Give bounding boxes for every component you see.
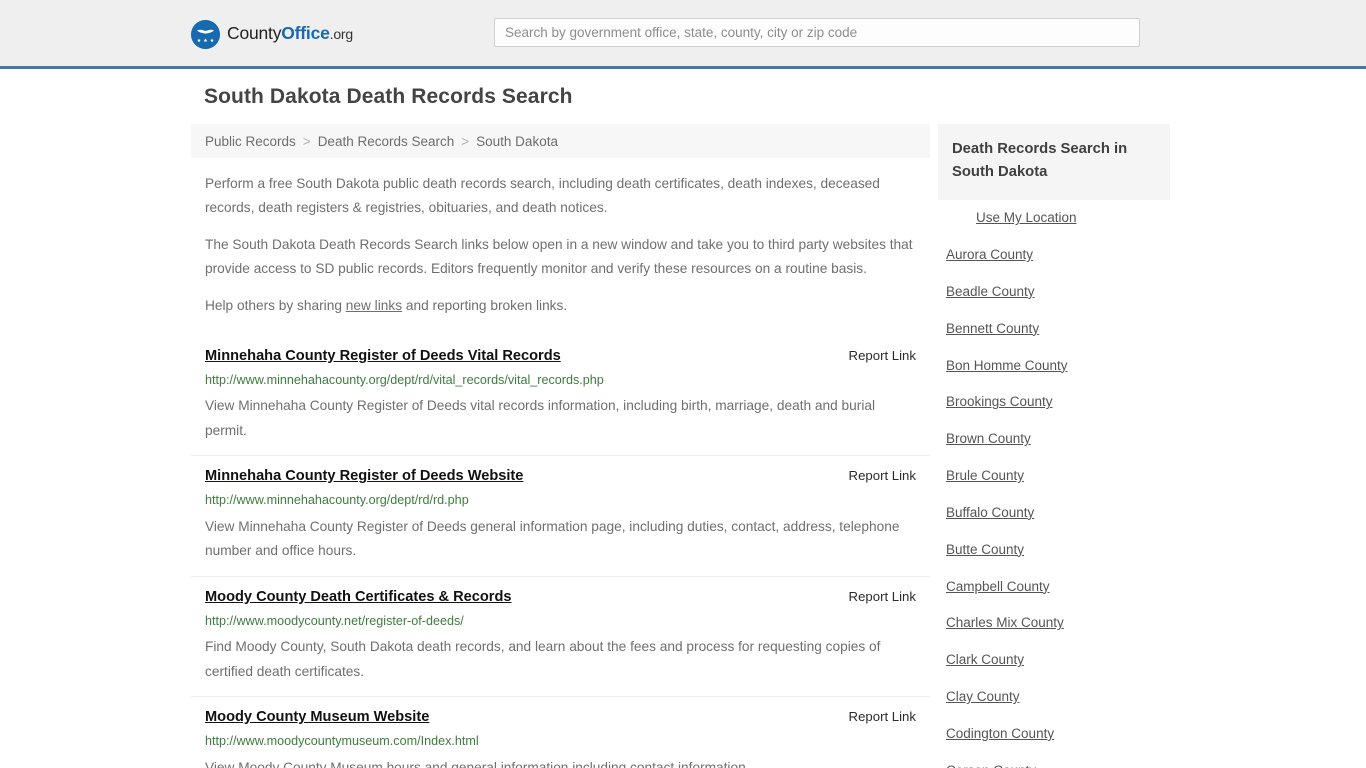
results-list: Minnehaha County Register of Deeds Vital… <box>191 336 930 768</box>
sidebar-county-list: Use My Location Aurora County Beadle Cou… <box>938 200 1170 768</box>
report-link-button[interactable]: Report Link <box>849 709 916 724</box>
logo-text-county: County <box>227 23 282 44</box>
result-url: http://www.moodycounty.net/register-of-d… <box>205 613 464 628</box>
sidebar-item-county[interactable]: Charles Mix County <box>938 605 1170 642</box>
main-content: Public Records > Death Records Search > … <box>191 124 930 768</box>
sidebar-item-county[interactable]: Buffalo County <box>938 495 1170 532</box>
eagle-seal-icon <box>191 19 220 49</box>
list-item: Bennett County <box>938 311 1170 348</box>
result-item: Moody County Death Certificates & Record… <box>191 575 930 696</box>
report-link-button[interactable]: Report Link <box>849 589 916 604</box>
report-link-button[interactable]: Report Link <box>849 348 916 363</box>
sidebar: Death Records Search in South Dakota Use… <box>938 124 1170 768</box>
page-title: South Dakota Death Records Search <box>204 85 573 108</box>
list-item: Charles Mix County <box>938 605 1170 642</box>
result-description: View Minnehaha County Register of Deeds … <box>205 518 900 559</box>
list-item: Clay County <box>938 679 1170 716</box>
list-item: Campbell County <box>938 569 1170 606</box>
list-item: Clark County <box>938 642 1170 679</box>
sidebar-item-county[interactable]: Brookings County <box>938 384 1170 421</box>
sidebar-item-county[interactable]: Butte County <box>938 532 1170 569</box>
list-item: Codington County <box>938 716 1170 753</box>
intro-p3-suffix: and reporting broken links. <box>402 298 568 314</box>
search-input[interactable] <box>494 18 1140 47</box>
result-description: View Moody County Museum hours and gener… <box>205 759 750 768</box>
result-title-link[interactable]: Minnehaha County Register of Deeds Vital… <box>205 347 561 365</box>
sidebar-item-county[interactable]: Brule County <box>938 458 1170 495</box>
sidebar-item-county[interactable]: Bon Homme County <box>938 348 1170 385</box>
intro-paragraph-2: The South Dakota Death Records Search li… <box>205 237 913 276</box>
intro-paragraph-3: Help others by sharing new links and rep… <box>205 294 916 318</box>
sidebar-item-county[interactable]: Aurora County <box>938 237 1170 274</box>
breadcrumb-item-south-dakota[interactable]: South Dakota <box>476 134 558 149</box>
list-item: Buffalo County <box>938 495 1170 532</box>
result-url: http://www.moodycountymuseum.com/Index.h… <box>205 734 479 749</box>
intro-text: Perform a free South Dakota public death… <box>191 172 930 318</box>
list-item: Brown County <box>938 421 1170 458</box>
result-description: Find Moody County, South Dakota death re… <box>205 639 881 679</box>
list-item: Aurora County <box>938 237 1170 274</box>
list-item: Use My Location <box>938 200 1170 237</box>
list-item: Beadle County <box>938 274 1170 311</box>
result-item: Minnehaha County Register of Deeds Websi… <box>191 455 930 575</box>
breadcrumb-separator: > <box>461 133 470 149</box>
sidebar-item-county[interactable]: Clark County <box>938 642 1170 679</box>
sidebar-heading: Death Records Search in South Dakota <box>938 124 1170 201</box>
new-links-link[interactable]: new links <box>346 298 402 313</box>
breadcrumb-separator: > <box>302 133 311 149</box>
list-item: Brule County <box>938 458 1170 495</box>
list-item: Butte County <box>938 532 1170 569</box>
sidebar-item-county[interactable]: Brown County <box>938 421 1170 458</box>
breadcrumb-item-death-records-search[interactable]: Death Records Search <box>318 134 455 149</box>
result-item: Minnehaha County Register of Deeds Vital… <box>191 336 930 455</box>
sidebar-item-county[interactable]: Clay County <box>938 679 1170 716</box>
breadcrumb: Public Records > Death Records Search > … <box>191 124 930 158</box>
intro-p3-prefix: Help others by sharing <box>205 298 346 314</box>
logo-text-org: .org <box>329 26 354 43</box>
sidebar-item-county[interactable]: Corson County <box>938 753 1170 768</box>
result-title-link[interactable]: Moody County Death Certificates & Record… <box>205 588 512 606</box>
sidebar-item-county[interactable]: Campbell County <box>938 569 1170 606</box>
sidebar-item-county[interactable]: Bennett County <box>938 311 1170 348</box>
breadcrumb-item-public-records[interactable]: Public Records <box>205 134 296 149</box>
list-item: Corson County <box>938 753 1170 768</box>
result-description: View Minnehaha County Register of Deeds … <box>205 398 876 438</box>
logo-text-office: Office <box>281 23 330 44</box>
sidebar-item-county[interactable]: Beadle County <box>938 274 1170 311</box>
result-url: http://www.minnehahacounty.org/dept/rd/r… <box>205 493 469 508</box>
list-item: Bon Homme County <box>938 348 1170 385</box>
intro-paragraph-1: Perform a free South Dakota public death… <box>205 176 880 215</box>
use-my-location-link[interactable]: Use My Location <box>938 200 1170 237</box>
result-title-link[interactable]: Minnehaha County Register of Deeds Websi… <box>205 467 523 485</box>
sidebar-item-county[interactable]: Codington County <box>938 716 1170 753</box>
list-item: Brookings County <box>938 384 1170 421</box>
site-logo[interactable]: CountyOffice.org <box>191 19 353 49</box>
report-link-button[interactable]: Report Link <box>849 468 916 483</box>
result-url: http://www.minnehahacounty.org/dept/rd/v… <box>205 373 604 388</box>
site-header: CountyOffice.org <box>0 0 1366 69</box>
result-item: Moody County Museum Website Report Link … <box>191 695 930 768</box>
result-title-link[interactable]: Moody County Museum Website <box>205 708 429 726</box>
